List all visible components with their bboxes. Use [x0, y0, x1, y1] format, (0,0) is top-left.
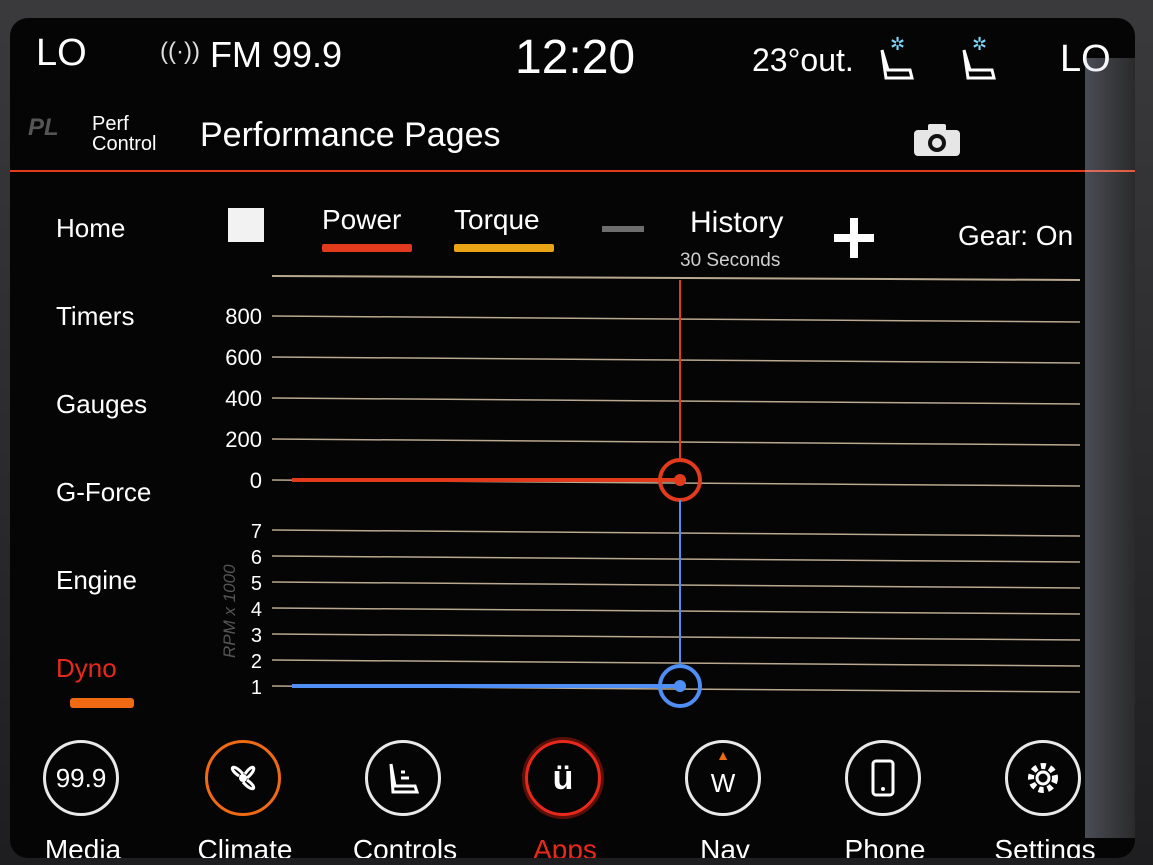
power-gridline — [271, 438, 1081, 446]
rpm-tick-label: 6 — [251, 547, 262, 569]
apps-icon: ü — [525, 740, 601, 816]
media-icon-text: 99.9 — [55, 762, 107, 793]
dock-item-climate[interactable]: Climate — [190, 738, 300, 858]
power-tick-label: 800 — [225, 304, 262, 329]
fan-icon — [205, 740, 281, 816]
rpm-cursor-dot — [674, 680, 686, 692]
dock-item-nav[interactable]: ▲ W Nav — [670, 738, 780, 858]
screen-glare — [1085, 58, 1135, 838]
rpm-tick-label: 5 — [251, 573, 262, 595]
dock-item-apps[interactable]: ü Apps — [510, 738, 620, 858]
power-gridline — [271, 315, 1081, 323]
rpm-tick-label: 4 — [251, 599, 262, 621]
radio-icon: 99.9 — [43, 740, 119, 816]
dock-label-settings: Settings — [994, 834, 1096, 858]
apps-icon-text: ü — [552, 758, 574, 797]
phone-icon — [845, 740, 921, 816]
rpm-gridline — [271, 555, 1081, 563]
rpm-gridline — [271, 607, 1081, 615]
dock-label-media: Media — [44, 834, 122, 858]
infotainment-screen: LO ((·)) FM 99.9 12:20 23°out. ✲ ✲ LO PL… — [10, 18, 1135, 858]
dyno-chart: 800 600 400 200 0 7 6 5 4 3 2 1 RPM x 1000 — [220, 275, 1081, 708]
power-tick-label: 400 — [225, 386, 262, 411]
power-gridline — [271, 356, 1081, 364]
rpm-axis-label: RPM x 1000 — [220, 564, 239, 658]
dock-item-media[interactable]: 99.9 Media — [28, 738, 138, 858]
dock-label-nav: Nav — [700, 834, 750, 858]
seat-controls-icon — [365, 740, 441, 816]
rpm-tick-label: 3 — [251, 625, 262, 647]
rpm-tick-label: 1 — [251, 677, 262, 699]
dock-label-controls: Controls — [352, 834, 458, 858]
gear-icon — [1005, 740, 1081, 816]
dock-label-climate: Climate — [197, 834, 293, 858]
nav-icon-text: W — [710, 767, 736, 798]
rpm-tick-label: 2 — [251, 651, 262, 673]
dock-label-phone: Phone — [844, 834, 926, 858]
compass-needle-icon: ▲ — [716, 747, 730, 763]
power-tick-label: 600 — [225, 345, 262, 370]
rpm-tick-label: 7 — [251, 521, 262, 543]
power-gridline — [271, 397, 1081, 405]
compass-icon: ▲ W — [685, 740, 761, 816]
power-cursor-dot — [674, 474, 686, 486]
chart-top-border — [271, 275, 1081, 281]
dock-item-phone[interactable]: Phone — [830, 738, 940, 858]
power-tick-label: 200 — [225, 427, 262, 452]
dock-item-controls[interactable]: Controls — [350, 738, 460, 858]
dock-label-apps: Apps — [533, 834, 597, 858]
power-tick-label: 0 — [250, 468, 262, 493]
rpm-gridline — [271, 581, 1081, 589]
rpm-gridline — [271, 633, 1081, 641]
rpm-gridline — [271, 529, 1081, 537]
dock-item-settings[interactable]: Settings — [990, 738, 1100, 858]
